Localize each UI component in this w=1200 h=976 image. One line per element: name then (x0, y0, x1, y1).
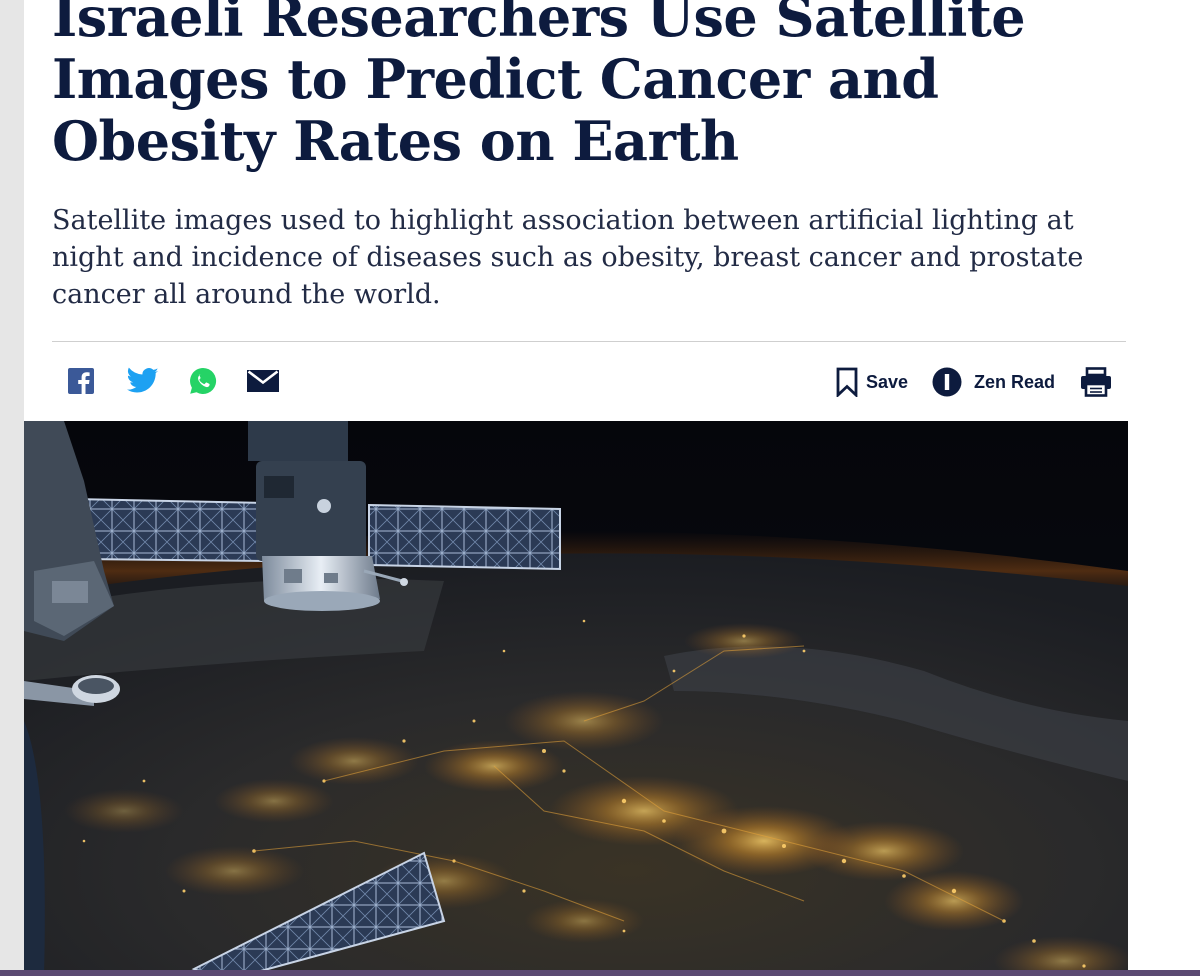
email-share-button[interactable] (246, 366, 280, 396)
article-headline: Israeli Researchers Use Satellite Images… (52, 0, 1026, 173)
solar-panel-left (72, 497, 265, 563)
bookmark-icon (836, 367, 858, 397)
save-label: Save (866, 371, 909, 392)
printer-icon (1081, 367, 1111, 397)
article-toolbar: Save Zen Read (24, 342, 1128, 420)
save-button[interactable]: Save (836, 366, 908, 398)
page-left-gutter (0, 0, 24, 976)
earth-at-night-from-space-station-image (24, 421, 1128, 976)
browser-bottom-edge (0, 970, 1200, 976)
zen-read-label: Zen Read (974, 371, 1056, 392)
facebook-icon (68, 368, 94, 394)
print-button[interactable] (1080, 366, 1112, 398)
whatsapp-share-button[interactable] (188, 366, 218, 396)
zen-read-icon (932, 367, 962, 397)
hero-image (24, 421, 1128, 976)
whatsapp-icon (190, 367, 217, 394)
article-subheadline: Satellite images used to highlight assoc… (52, 205, 1084, 310)
email-icon (247, 370, 279, 392)
zen-read-button[interactable]: Zen Read (932, 366, 1055, 398)
facebook-share-button[interactable] (66, 366, 96, 396)
solar-panel-right (368, 503, 561, 571)
twitter-share-button[interactable] (126, 366, 160, 396)
article: Israeli Researchers Use Satellite Images… (24, 0, 1128, 976)
twitter-icon (127, 367, 159, 393)
